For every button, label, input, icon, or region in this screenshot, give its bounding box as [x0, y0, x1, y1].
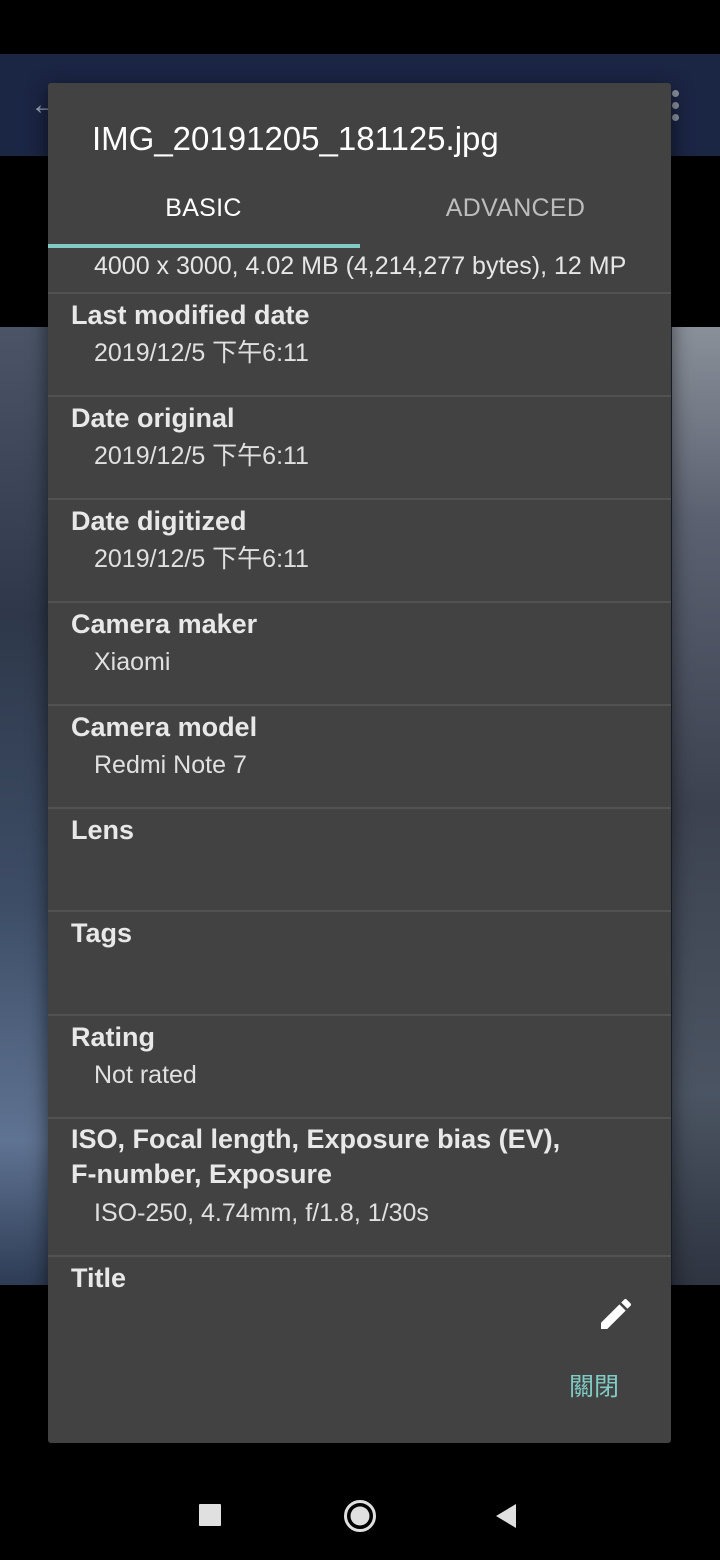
item-value: 2019/12/5 下午6:11: [94, 339, 309, 367]
item-value: Redmi Note 7: [94, 751, 247, 779]
tab-advanced[interactable]: ADVANCED: [360, 189, 671, 247]
item-label: ISO, Focal length, Exposure bias (EV),: [71, 1124, 561, 1154]
item-label: Camera maker: [71, 609, 258, 639]
properties-dialog: IMG_20191205_181125.jpg BASIC ADVANCED 4…: [48, 83, 671, 1443]
background-photo-right-edge: [672, 327, 720, 1285]
background-more-options-icon: [672, 90, 686, 124]
divider: [48, 704, 671, 706]
divider: [48, 395, 671, 397]
item-label: F-number, Exposure: [71, 1159, 333, 1189]
item-value: Xiaomi: [94, 648, 171, 676]
close-button[interactable]: 關閉: [554, 1365, 634, 1409]
home-icon[interactable]: [343, 1499, 377, 1533]
item-label: Rating: [71, 1022, 155, 1052]
divider: [48, 1117, 671, 1119]
navigation-bar: [0, 1470, 720, 1560]
background-photo-left-edge: [0, 327, 48, 1285]
item-value: 2019/12/5 下午6:11: [94, 545, 309, 573]
back-icon[interactable]: [494, 1503, 518, 1529]
dialog-title: IMG_20191205_181125.jpg: [92, 120, 499, 157]
item-label: Camera model: [71, 712, 258, 742]
item-label: Date digitized: [71, 506, 247, 536]
item-label: Last modified date: [71, 300, 310, 330]
divider: [48, 498, 671, 500]
divider: [48, 292, 671, 294]
item-value: 2019/12/5 下午6:11: [94, 442, 309, 470]
tab-indicator: [48, 244, 360, 248]
item-label: Date original: [71, 403, 235, 433]
item-label: Title: [71, 1263, 127, 1293]
divider: [48, 807, 671, 809]
item-value: Not rated: [94, 1061, 197, 1089]
screen: ← IMG_20191205_181125.jpg BASIC ADVANCED…: [0, 0, 720, 1560]
divider: [48, 1014, 671, 1016]
pencil-icon[interactable]: [596, 1294, 636, 1334]
image-size-value: 4000 x 3000, 4.02 MB (4,214,277 bytes), …: [94, 252, 627, 280]
tab-basic[interactable]: BASIC: [48, 189, 359, 247]
recent-apps-icon[interactable]: [199, 1504, 221, 1526]
item-label: Tags: [71, 918, 133, 948]
item-label: Lens: [71, 815, 135, 845]
divider: [48, 601, 671, 603]
divider: [48, 1255, 671, 1257]
item-value: ISO-250, 4.74mm, f/1.8, 1/30s: [94, 1199, 429, 1227]
divider: [48, 910, 671, 912]
